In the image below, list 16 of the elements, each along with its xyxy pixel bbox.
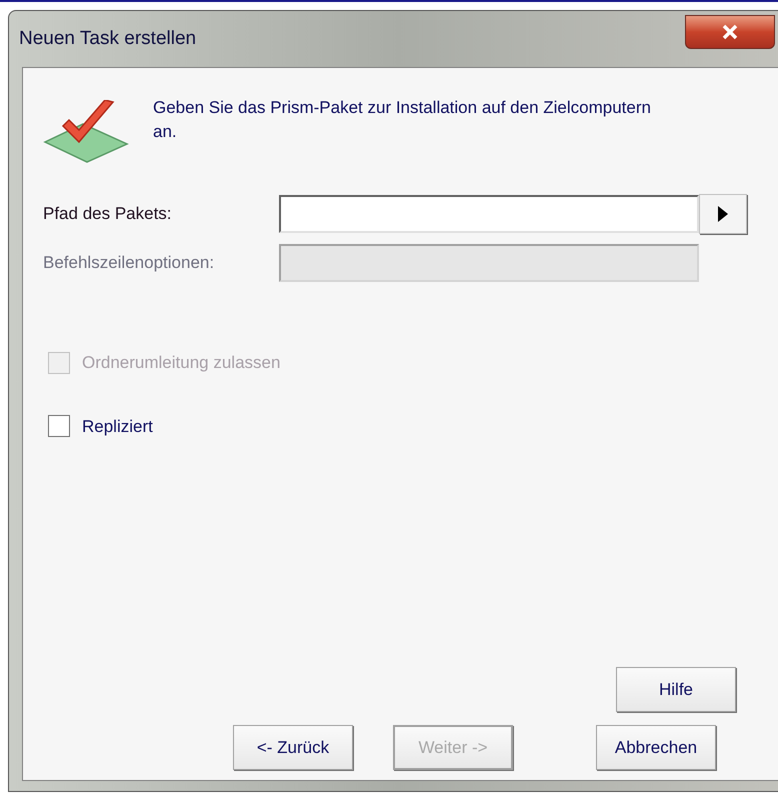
field-label: Befehlszeilenoptionen: (43, 252, 216, 274)
checkbox-label: Repliziert (82, 416, 153, 438)
checkbox-label: Ordnerumleitung zulassen (82, 352, 280, 374)
play-icon (718, 206, 728, 222)
cancel-button[interactable]: Abbrechen (596, 725, 716, 770)
input-field[interactable] (279, 195, 699, 233)
browse-button[interactable] (699, 194, 747, 234)
field-label: Pfad des Pakets: (43, 203, 173, 226)
close-icon (721, 24, 739, 40)
intro-text: Geben Sie das Prism-Paket zur Installation auf den Zielcomputern an. (153, 97, 652, 143)
checkmark-icon (43, 100, 131, 164)
checkbox[interactable] (48, 415, 70, 438)
close-button[interactable] (685, 15, 775, 49)
help-button[interactable]: Hilfe (616, 667, 736, 712)
back-button[interactable]: <- Zurück (233, 725, 353, 770)
window-title: Neuen Task erstellen (19, 26, 196, 51)
